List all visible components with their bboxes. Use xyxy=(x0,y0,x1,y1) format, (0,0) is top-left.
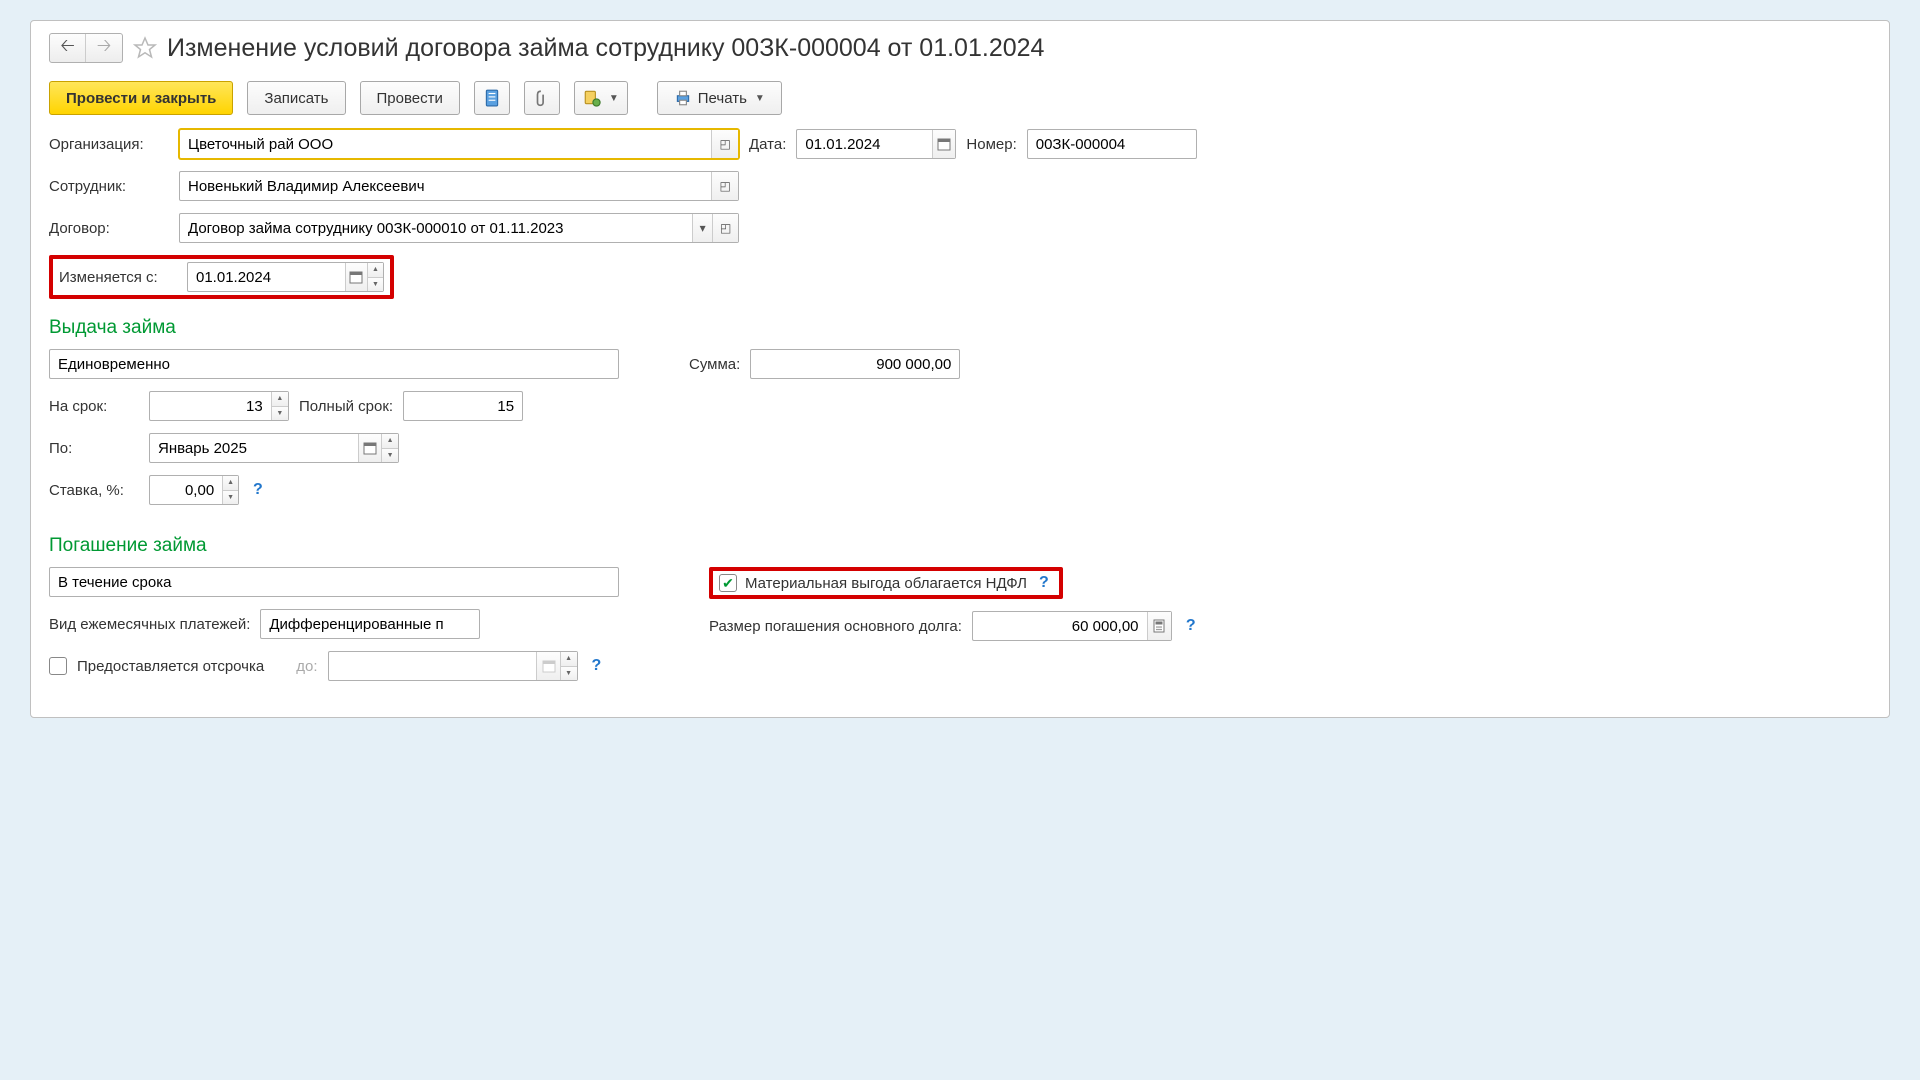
repayment-mode-input[interactable] xyxy=(50,568,618,596)
row-employee: Сотрудник: ◰ xyxy=(49,171,1871,201)
save-button[interactable]: Записать xyxy=(247,81,345,115)
date-field[interactable] xyxy=(796,129,956,159)
highlight-material-benefit: Материальная выгода облагается НДФЛ ? xyxy=(709,567,1063,599)
calendar-icon[interactable] xyxy=(932,130,956,158)
section-issuance-title: Выдача займа xyxy=(49,317,1871,339)
contract-label: Договор: xyxy=(49,220,169,237)
chevron-down-icon: ▼ xyxy=(755,93,765,104)
issuance-mode-input[interactable] xyxy=(50,350,618,378)
grace-until-label: до: xyxy=(296,658,317,675)
row-changes-from: Изменяется с: ▲▼ xyxy=(49,255,1871,299)
number-field[interactable] xyxy=(1027,129,1197,159)
contract-field[interactable]: ▾ ◰ xyxy=(179,213,739,243)
contract-input[interactable] xyxy=(180,214,692,242)
calendar-icon[interactable] xyxy=(345,263,367,291)
payment-type-field[interactable] xyxy=(260,609,480,639)
amount-input[interactable] xyxy=(751,350,959,378)
for-term-label: На срок: xyxy=(49,398,139,415)
more-actions-button[interactable]: ▼ xyxy=(574,81,628,115)
full-term-input xyxy=(404,392,522,420)
grace-spinner[interactable]: ▲▼ xyxy=(560,652,577,680)
amount-field[interactable] xyxy=(750,349,960,379)
title-bar: 🡠 🡢 Изменение условий договора займа сот… xyxy=(49,33,1871,63)
row-contract: Договор: ▾ ◰ xyxy=(49,213,1871,243)
full-term-label: Полный срок: xyxy=(299,398,393,415)
number-label: Номер: xyxy=(966,136,1016,153)
payment-type-label: Вид ежемесячных платежей: xyxy=(49,616,250,633)
nav-back-button[interactable]: 🡠 xyxy=(50,34,86,62)
open-ref-icon[interactable]: ◰ xyxy=(712,214,738,242)
help-icon[interactable]: ? xyxy=(1182,617,1200,635)
material-benefit-checkbox[interactable] xyxy=(719,574,737,592)
help-icon[interactable]: ? xyxy=(1035,574,1053,592)
org-label: Организация: xyxy=(49,136,169,153)
print-button-label: Печать xyxy=(698,90,747,107)
page-title: Изменение условий договора займа сотрудн… xyxy=(167,34,1044,63)
for-term-field[interactable]: ▲▼ xyxy=(149,391,289,421)
post-button[interactable]: Провести xyxy=(360,81,460,115)
highlight-changes-from: Изменяется с: ▲▼ xyxy=(49,255,394,299)
grace-checkbox[interactable] xyxy=(49,657,67,675)
payment-type-input[interactable] xyxy=(261,610,479,638)
changes-from-label: Изменяется с: xyxy=(59,269,179,286)
open-ref-icon[interactable]: ◰ xyxy=(711,172,738,200)
issuance-block: На срок: ▲▼ Полный срок: По: ▲▼ xyxy=(49,349,1871,517)
favorite-star-icon[interactable] xyxy=(133,36,157,60)
number-input[interactable] xyxy=(1028,130,1196,158)
grace-label: Предоставляется отсрочка xyxy=(77,658,264,675)
rate-input[interactable] xyxy=(150,476,222,504)
open-ref-icon[interactable]: ◰ xyxy=(711,130,738,158)
employee-label: Сотрудник: xyxy=(49,178,169,195)
chevron-down-icon: ▼ xyxy=(609,93,619,104)
toolbar: Провести и закрыть Записать Провести ▼ П… xyxy=(49,81,1871,115)
grace-until-input[interactable] xyxy=(329,652,537,680)
issuance-mode-field[interactable] xyxy=(49,349,619,379)
material-benefit-label: Материальная выгода облагается НДФЛ xyxy=(745,575,1027,592)
repayment-size-field[interactable] xyxy=(972,611,1172,641)
calendar-icon[interactable] xyxy=(358,434,381,462)
date-input[interactable] xyxy=(797,130,931,158)
report-icon-button[interactable] xyxy=(474,81,510,115)
attachments-button[interactable] xyxy=(524,81,560,115)
org-field[interactable]: ◰ xyxy=(179,129,739,159)
help-icon[interactable]: ? xyxy=(249,481,267,499)
document-window: 🡠 🡢 Изменение условий договора займа сот… xyxy=(30,20,1890,718)
date-label: Дата: xyxy=(749,136,786,153)
repayment-block: Вид ежемесячных платежей: Предоставляетс… xyxy=(49,567,1871,693)
rate-field[interactable]: ▲▼ xyxy=(149,475,239,505)
grace-until-field[interactable]: ▲▼ xyxy=(328,651,578,681)
changes-from-field[interactable]: ▲▼ xyxy=(187,262,384,292)
for-term-input[interactable] xyxy=(150,392,271,420)
help-icon[interactable]: ? xyxy=(588,657,606,675)
changes-from-input[interactable] xyxy=(188,263,345,291)
repayment-size-label: Размер погашения основного долга: xyxy=(709,618,962,635)
employee-input[interactable] xyxy=(180,172,711,200)
repayment-size-input[interactable] xyxy=(973,612,1147,640)
until-label: По: xyxy=(49,440,139,457)
rate-spinner[interactable]: ▲▼ xyxy=(222,476,238,504)
term-spinner[interactable]: ▲▼ xyxy=(271,392,288,420)
nav-forward-button[interactable]: 🡢 xyxy=(86,34,122,62)
until-field[interactable]: ▲▼ xyxy=(149,433,399,463)
until-input[interactable] xyxy=(150,434,358,462)
amount-label: Сумма: xyxy=(689,356,740,373)
row-org-date-number: Организация: ◰ Дата: Номер: xyxy=(49,129,1871,159)
dropdown-icon[interactable]: ▾ xyxy=(692,214,712,242)
calculator-icon[interactable] xyxy=(1147,612,1171,640)
nav-buttons: 🡠 🡢 xyxy=(49,33,123,63)
org-input[interactable] xyxy=(180,130,711,158)
employee-field[interactable]: ◰ xyxy=(179,171,739,201)
rate-label: Ставка, %: xyxy=(49,482,139,499)
full-term-field xyxy=(403,391,523,421)
section-repayment-title: Погашение займа xyxy=(49,535,1871,557)
post-and-close-button[interactable]: Провести и закрыть xyxy=(49,81,233,115)
print-button[interactable]: Печать ▼ xyxy=(657,81,782,115)
repayment-mode-field[interactable] xyxy=(49,567,619,597)
date-spinner[interactable]: ▲▼ xyxy=(367,263,383,291)
until-spinner[interactable]: ▲▼ xyxy=(381,434,398,462)
calendar-icon[interactable] xyxy=(536,652,559,680)
